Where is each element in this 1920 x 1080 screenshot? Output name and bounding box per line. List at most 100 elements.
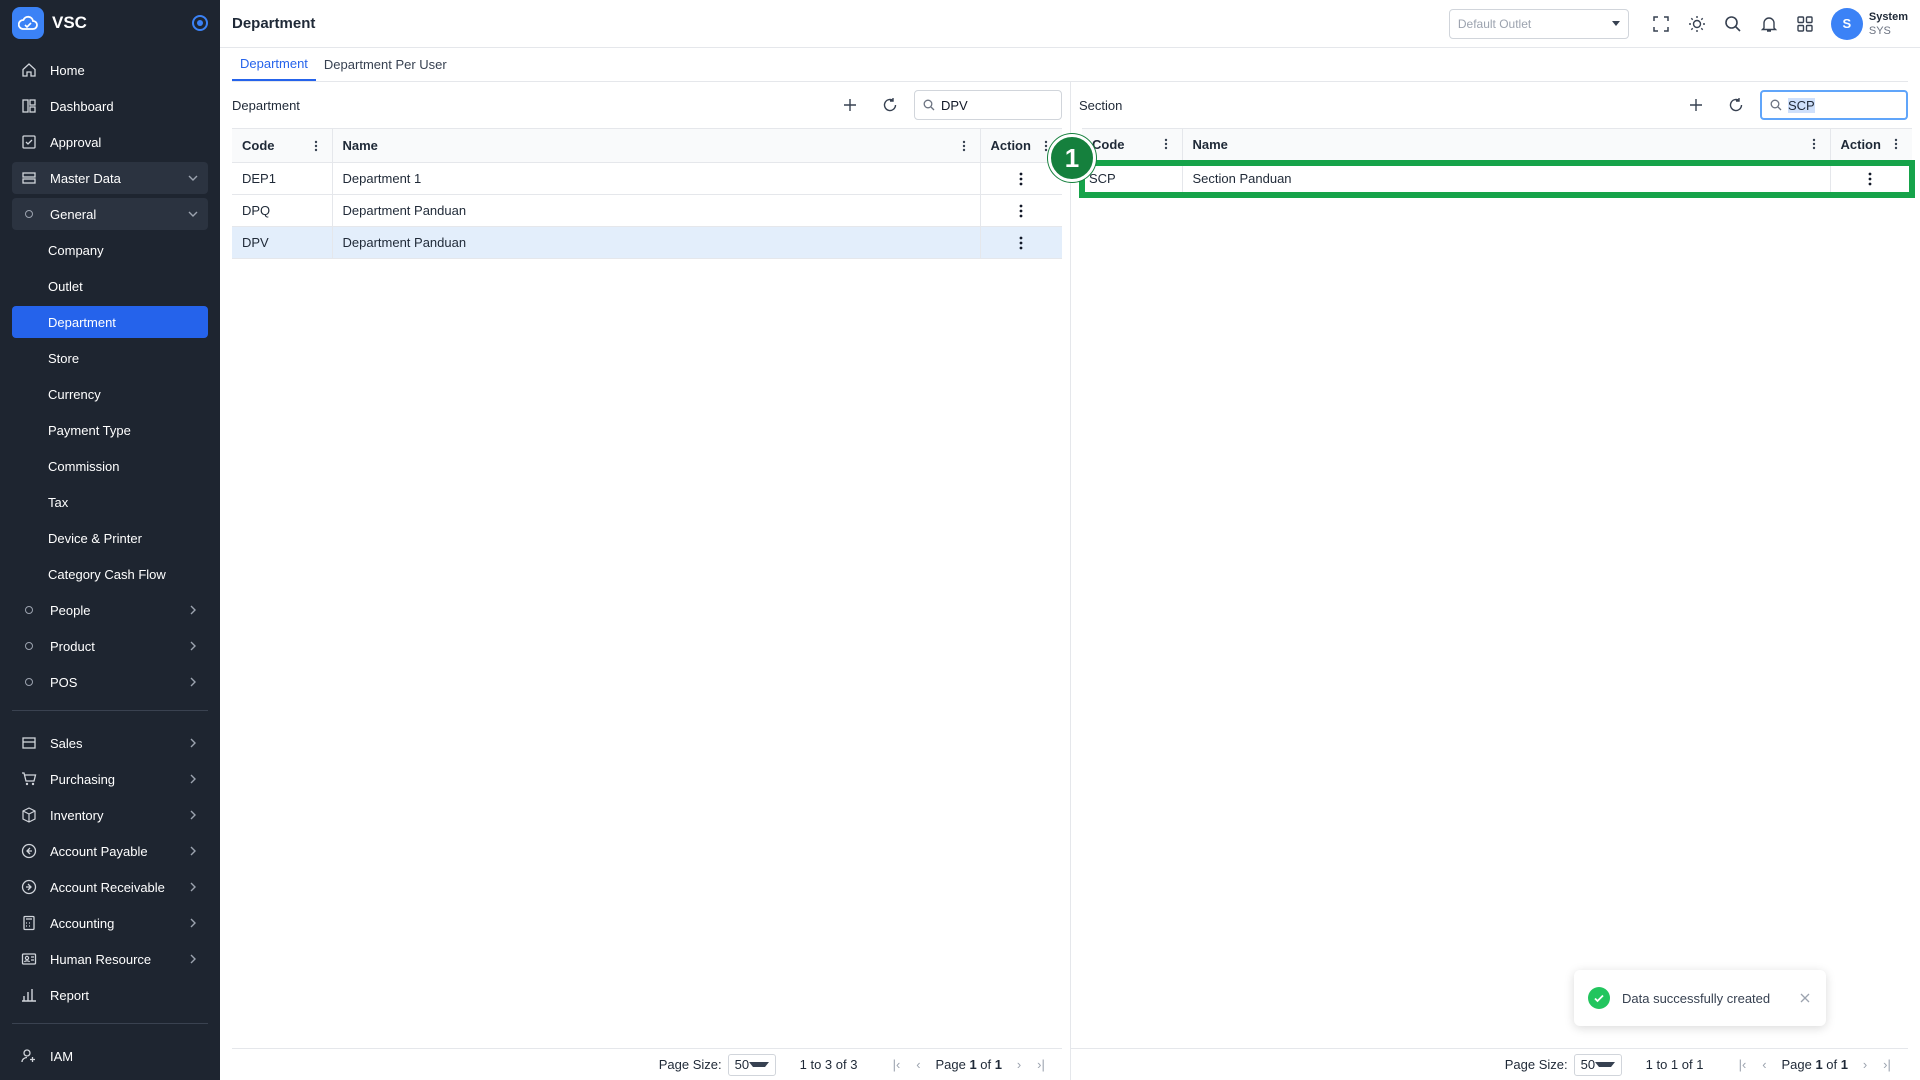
sidebar-group-people[interactable]: People [12, 594, 208, 626]
table-header-row: Code Name Action [232, 128, 1062, 163]
table-row[interactable]: DEP1 Department 1 [232, 162, 1062, 195]
row-menu-icon[interactable] [1011, 233, 1031, 253]
column-header-code[interactable]: Code [1082, 128, 1183, 163]
sidebar-item-department[interactable]: Department [12, 306, 208, 338]
sidebar-item-company[interactable]: Company [12, 234, 208, 266]
sidebar-item-accounting[interactable]: Accounting [12, 907, 208, 939]
next-page-icon[interactable]: › [1008, 1057, 1030, 1072]
last-page-icon[interactable]: ›| [1030, 1057, 1052, 1072]
sidebar-item-account-payable[interactable]: Account Payable [12, 835, 208, 867]
sidebar-item-report[interactable]: Report [12, 979, 208, 1011]
outlet-select-placeholder: Default Outlet [1457, 16, 1532, 31]
sidebar-group-general[interactable]: General [12, 198, 208, 230]
last-page-icon[interactable]: ›| [1876, 1057, 1898, 1072]
sidebar-group-product[interactable]: Product [12, 630, 208, 662]
close-icon[interactable] [1798, 991, 1812, 1005]
section-panel: Section SCP Code Name Action SCP Section… [1070, 82, 1915, 1080]
row-menu-icon[interactable] [1011, 169, 1031, 189]
cell-name: Department 1 [332, 162, 981, 195]
sidebar-item-category-cash-flow[interactable]: Category Cash Flow [12, 558, 208, 590]
prev-page-icon[interactable]: ‹ [907, 1057, 929, 1072]
cell-name: Section Panduan [1182, 159, 1831, 198]
column-header-action[interactable]: Action [1830, 128, 1912, 163]
add-icon[interactable] [1676, 90, 1716, 120]
next-page-icon[interactable]: › [1854, 1057, 1876, 1072]
table-row-selected[interactable]: DPV Department Panduan [232, 226, 1062, 259]
page-size-select[interactable]: 50 [727, 1053, 776, 1076]
column-menu-icon[interactable] [958, 138, 970, 154]
column-menu-icon[interactable] [1890, 136, 1902, 152]
sidebar-item-approval[interactable]: Approval [12, 126, 208, 158]
refresh-icon[interactable] [870, 90, 910, 120]
sun-icon[interactable] [1679, 6, 1715, 42]
first-page-icon[interactable]: |‹ [1731, 1057, 1753, 1072]
table-row[interactable]: DPQ Department Panduan [232, 194, 1062, 227]
column-header-name[interactable]: Name [332, 128, 981, 163]
sidebar-item-label: People [50, 602, 91, 618]
department-search[interactable] [914, 90, 1062, 120]
prev-page-icon[interactable]: ‹ [1753, 1057, 1775, 1072]
row-menu-icon[interactable] [1860, 169, 1880, 189]
first-page-icon[interactable]: |‹ [885, 1057, 907, 1072]
sidebar-item-human-resource[interactable]: Human Resource [12, 943, 208, 975]
sidebar-group-master-data[interactable]: Master Data [12, 162, 208, 194]
row-menu-icon[interactable] [1011, 201, 1031, 221]
section-search-input[interactable]: SCP [1788, 97, 1815, 113]
column-header-name[interactable]: Name [1182, 128, 1831, 163]
sidebar-item-purchasing[interactable]: Purchasing [12, 763, 208, 795]
tab-department-per-user[interactable]: Department Per User [316, 47, 455, 81]
sidebar-toggle-icon[interactable] [192, 15, 208, 31]
pagination-nav: |‹ ‹ Page 1 of 1 › ›| [885, 1057, 1052, 1072]
sidebar-divider [12, 710, 208, 711]
sidebar-item-iam[interactable]: IAM [12, 1040, 208, 1072]
sidebar-item-outlet[interactable]: Outlet [12, 270, 208, 302]
table-row-highlighted[interactable]: SCP Section Panduan [1079, 159, 1915, 198]
sidebar-item-inventory[interactable]: Inventory [12, 799, 208, 831]
page-size-select[interactable]: 50 [1573, 1053, 1622, 1076]
sidebar-item-device-printer[interactable]: Device & Printer [12, 522, 208, 554]
tab-department[interactable]: Department [232, 47, 316, 81]
arrow-left-circle-icon [20, 842, 38, 860]
department-search-input[interactable] [941, 97, 1051, 113]
apps-grid-icon[interactable] [1787, 6, 1823, 42]
sidebar-group-pos[interactable]: POS [12, 666, 208, 698]
sidebar-item-label: Commission [48, 458, 120, 474]
column-header-label: Name [342, 138, 378, 153]
page-size-value: 50 [1580, 1057, 1596, 1072]
add-icon[interactable] [830, 90, 870, 120]
sidebar-item-home[interactable]: Home [12, 54, 208, 86]
page-size-label: Page Size: [658, 1057, 722, 1072]
cell-code: DPQ [232, 194, 333, 227]
sidebar-item-label: Outlet [48, 278, 83, 294]
sidebar-item-store[interactable]: Store [12, 342, 208, 374]
column-header-code[interactable]: Code [232, 128, 333, 163]
column-header-label: Code [242, 138, 275, 153]
sidebar-item-currency[interactable]: Currency [12, 378, 208, 410]
sidebar: VSC Home Dashboard Approval Master Data … [0, 0, 220, 1080]
approval-icon [20, 133, 38, 151]
sidebar-item-tax[interactable]: Tax [12, 486, 208, 518]
column-header-label: Action [990, 138, 1031, 153]
column-menu-icon[interactable] [1160, 136, 1172, 152]
refresh-icon[interactable] [1716, 90, 1756, 120]
sidebar-item-dashboard[interactable]: Dashboard [12, 90, 208, 122]
sidebar-item-label: Product [50, 638, 95, 654]
search-icon [923, 99, 935, 111]
search-icon[interactable] [1715, 6, 1751, 42]
outlet-select[interactable]: Default Outlet [1448, 8, 1629, 39]
chevron-down-icon [186, 207, 200, 221]
column-menu-icon[interactable] [1808, 136, 1820, 152]
sidebar-item-payment-type[interactable]: Payment Type [12, 414, 208, 446]
fullscreen-icon[interactable] [1643, 6, 1679, 42]
sidebar-item-label: Payment Type [48, 422, 131, 438]
column-menu-icon[interactable] [310, 138, 322, 154]
sidebar-item-account-receivable[interactable]: Account Receivable [12, 871, 208, 903]
search-icon [1770, 99, 1782, 111]
sidebar-item-commission[interactable]: Commission [12, 450, 208, 482]
sidebar-item-sales[interactable]: Sales [12, 727, 208, 759]
bell-icon[interactable] [1751, 6, 1787, 42]
caret-down-icon [749, 1062, 769, 1067]
section-search[interactable]: SCP [1760, 90, 1908, 120]
row-range: 1 to 1 of 1 [1645, 1057, 1704, 1072]
user-menu[interactable]: S System SYS [1830, 7, 1908, 40]
